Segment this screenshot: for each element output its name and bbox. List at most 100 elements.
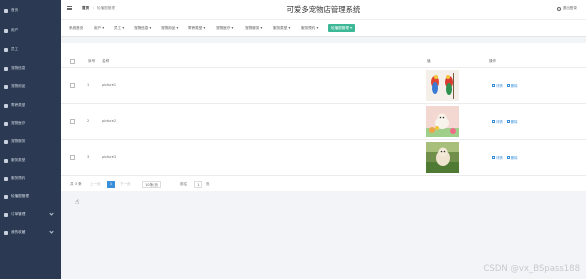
- grid-icon: [4, 121, 8, 126]
- detail-button[interactable]: 详情: [492, 155, 503, 160]
- grid-icon: [4, 212, 8, 217]
- row-checkbox[interactable]: [70, 119, 75, 124]
- table-header: 序号 名称 值 操作: [61, 55, 586, 68]
- delete-label: 删除: [510, 156, 518, 160]
- pagination-total: 共 3 条: [70, 182, 82, 186]
- sidebar-item-carousel[interactable]: 轮播图管理: [0, 191, 61, 202]
- table-row: 1 picture1 详情 删除: [61, 68, 586, 104]
- sidebar-item-label: 服务预约: [11, 176, 26, 180]
- menu-user[interactable]: 用户 ▾: [94, 26, 104, 31]
- grid-icon: [4, 158, 8, 163]
- pagination-page-current[interactable]: 1: [107, 180, 115, 188]
- staff-icon: [4, 47, 8, 52]
- user-icon: [4, 28, 8, 33]
- sidebar-item-service-type[interactable]: 服务类型: [0, 155, 61, 166]
- header-actions: 操作: [489, 59, 497, 63]
- detail-button[interactable]: 详情: [492, 119, 503, 124]
- row-checkbox[interactable]: [70, 155, 75, 160]
- table-row: 2 picture2 详情 删除: [61, 104, 586, 140]
- header-value[interactable]: 值: [427, 59, 431, 64]
- row-actions: 详情 删除: [492, 119, 522, 124]
- logout-button[interactable]: 退出登录: [556, 6, 577, 11]
- delete-button[interactable]: 删除: [506, 119, 518, 124]
- main-panel: 序号 名称 值 操作 1 picture1 详情 删除 2 picture2 详…: [61, 43, 586, 191]
- menu-boarding-type[interactable]: 寄养类型 ▾: [188, 26, 205, 31]
- menu-pet-service[interactable]: 宠物服务 ▾: [245, 26, 262, 31]
- sidebar-item-label: 首页: [11, 8, 19, 12]
- row-index: 2: [87, 119, 90, 123]
- detail-icon: [492, 120, 495, 123]
- pagination-goto-label: 前往: [180, 182, 188, 186]
- row-name: picture2: [102, 119, 116, 123]
- carousel-image-thumbnail: [426, 106, 459, 137]
- menu-carousel-active[interactable]: 轮播图管理 ▾: [328, 24, 355, 32]
- carousel-image-thumbnail: [426, 70, 459, 101]
- sidebar-item-pet-supplies[interactable]: 宠物用品: [0, 81, 61, 92]
- top-menubar: 系统首页 用户 ▾ 员工 ▾ 宠物信息 ▾ 宠物用品 ▾ 寄养类型 ▾ 宠物医疗…: [61, 19, 586, 37]
- chevron-down-icon: [49, 229, 54, 234]
- menu-pet-info[interactable]: 宠物信息 ▾: [134, 26, 151, 31]
- sidebar: 首页 用户 员工 宠物信息 宠物用品 寄养类型 宠物医疗 宠物服务 服务类型 服…: [0, 0, 61, 279]
- sidebar-item-boarding-type[interactable]: 寄养类型: [0, 100, 61, 111]
- row-actions: 详情 删除: [492, 155, 522, 160]
- pagination-goto-input[interactable]: 1: [194, 180, 203, 188]
- pagination-next[interactable]: 下一页: [120, 180, 131, 188]
- sidebar-item-label: 宠物信息: [11, 66, 26, 70]
- sidebar-item-label: 员工: [11, 47, 19, 51]
- menu-service-booking[interactable]: 服务预约 ▾: [301, 26, 318, 31]
- hand-cursor-icon: ☝: [75, 198, 80, 206]
- delete-icon: [506, 84, 510, 87]
- sidebar-item-label: 宠物医疗: [11, 121, 26, 125]
- sidebar-item-label: 订单管理: [11, 212, 26, 216]
- menu-home[interactable]: 系统首页: [69, 26, 83, 31]
- sidebar-item-pet-service[interactable]: 宠物服务: [0, 136, 61, 147]
- detail-button[interactable]: 详情: [492, 83, 503, 88]
- detail-label: 详情: [496, 84, 503, 88]
- sidebar-item-label: 寄养类型: [11, 103, 26, 107]
- delete-label: 删除: [510, 84, 518, 88]
- sidebar-item-label: 用户: [11, 28, 19, 32]
- sidebar-item-pet-medical[interactable]: 宠物医疗: [0, 118, 61, 129]
- sidebar-item-orders[interactable]: 订单管理: [0, 209, 61, 220]
- carousel-image-thumbnail: [426, 142, 459, 173]
- page-size-select[interactable]: 10条/页: [142, 180, 161, 188]
- pagination: 共 3 条 上一页 1 下一页 10条/页 前往 1 页: [70, 180, 270, 188]
- sidebar-item-pet-info[interactable]: 宠物信息: [0, 63, 61, 74]
- menu-pet-medical[interactable]: 宠物医疗 ▾: [216, 26, 233, 31]
- row-index: 3: [87, 155, 90, 159]
- sidebar-item-home[interactable]: 首页: [0, 5, 61, 16]
- delete-button[interactable]: 删除: [506, 83, 518, 88]
- grid-icon: [4, 66, 8, 71]
- menu-service-type[interactable]: 服务类型 ▾: [273, 26, 290, 31]
- row-actions: 详情 删除: [492, 83, 522, 88]
- sidebar-item-user[interactable]: 用户: [0, 25, 61, 36]
- sidebar-item-label: 宠物用品: [11, 84, 26, 88]
- row-index: 1: [87, 83, 90, 87]
- chevron-down-icon: [49, 211, 54, 216]
- sidebar-item-favorites[interactable]: 我的收藏: [0, 227, 61, 238]
- sidebar-item-label: 我的收藏: [11, 230, 26, 234]
- top-header: 首页 / 轮播图管理 可爱多宠物店管理系统 退出登录: [61, 0, 586, 19]
- select-all-checkbox[interactable]: [70, 59, 75, 64]
- sidebar-item-staff[interactable]: 员工: [0, 44, 61, 55]
- sidebar-item-service-booking[interactable]: 服务预约: [0, 173, 61, 184]
- delete-button[interactable]: 删除: [506, 155, 518, 160]
- sidebar-item-label: 轮播图管理: [11, 194, 29, 198]
- detail-icon: [492, 156, 495, 159]
- row-name: picture3: [102, 155, 116, 159]
- grid-icon: [4, 103, 8, 108]
- sidebar-item-label: 宠物服务: [11, 139, 26, 143]
- menu-staff[interactable]: 员工 ▾: [114, 26, 124, 31]
- pagination-prev[interactable]: 上一页: [90, 180, 101, 188]
- sidebar-item-label: 服务类型: [11, 158, 26, 162]
- logout-label: 退出登录: [562, 6, 577, 10]
- header-name[interactable]: 名称: [102, 59, 109, 64]
- page-title: 可爱多宠物店管理系统: [286, 5, 361, 14]
- menu-pet-supplies[interactable]: 宠物用品 ▾: [161, 26, 178, 31]
- row-checkbox[interactable]: [70, 83, 75, 88]
- delete-label: 删除: [510, 120, 518, 124]
- grid-icon: [4, 176, 8, 181]
- pagination-page-suffix: 页: [206, 182, 210, 186]
- grid-icon: [4, 194, 8, 199]
- grid-icon: [4, 84, 8, 89]
